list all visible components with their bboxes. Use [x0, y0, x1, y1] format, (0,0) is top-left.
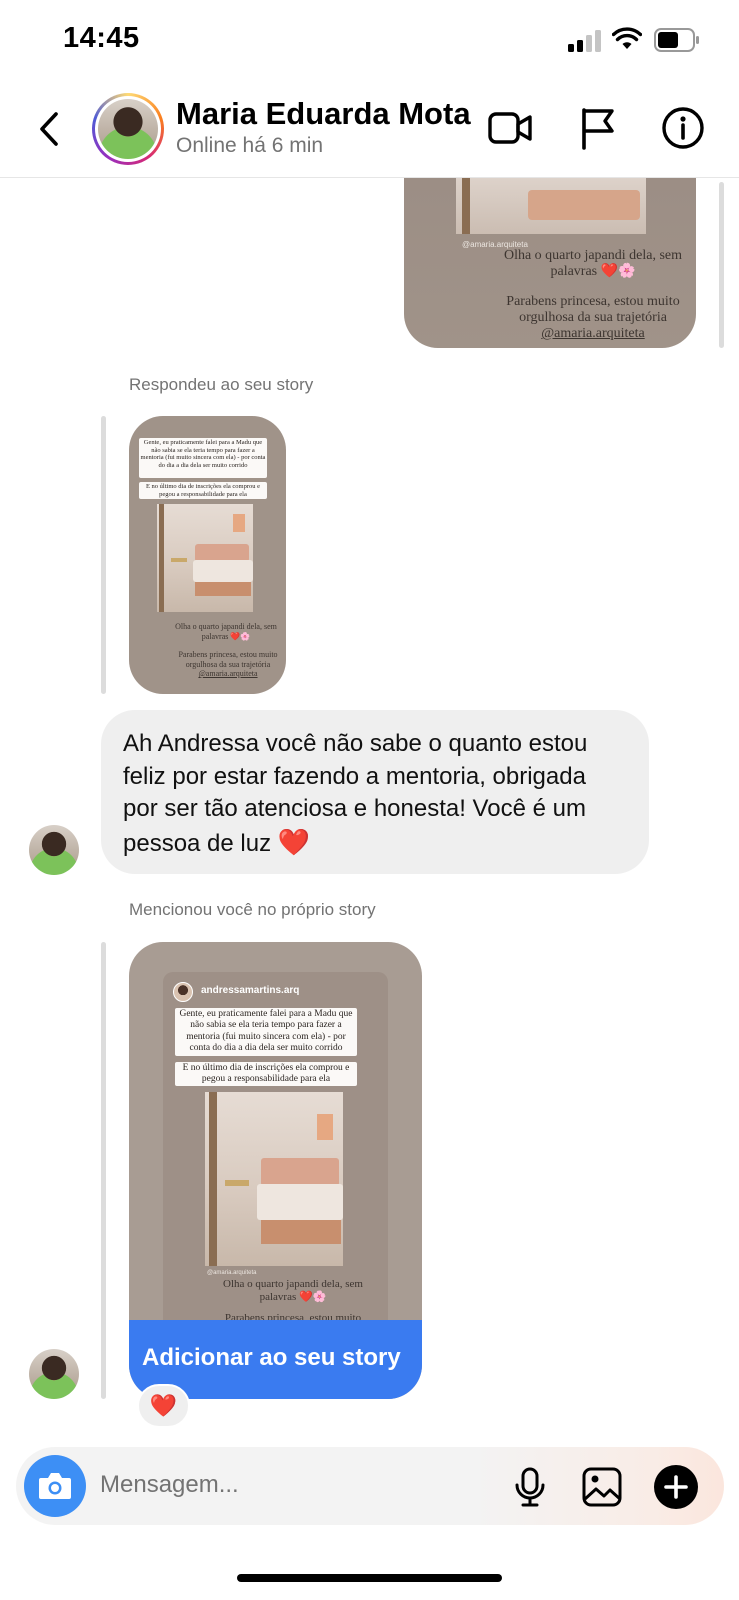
contact-avatar[interactable] [92, 93, 164, 165]
sent-story-card[interactable]: @amaria.arquiteta Olha o quarto japandi … [404, 178, 696, 348]
replied-story-label: Respondeu ao seu story [129, 375, 314, 394]
story-room-photo [205, 1092, 343, 1266]
story-text-box-2: E no último dia de inscrições ela compro… [139, 482, 267, 499]
back-icon[interactable] [34, 106, 68, 152]
flag-icon[interactable] [574, 104, 622, 152]
add-button[interactable] [654, 1465, 698, 1509]
microphone-icon[interactable] [508, 1465, 552, 1509]
status-time: 14:45 [63, 22, 140, 54]
home-indicator[interactable] [237, 1574, 502, 1582]
replied-story-thumbnail[interactable]: Gente, eu praticamente falei para a Madu… [129, 416, 286, 694]
wifi-icon [612, 27, 642, 49]
gallery-icon[interactable] [580, 1465, 624, 1509]
heart-emoji: ❤️ [277, 826, 311, 857]
story-handle: @amaria.arquiteta [207, 1270, 257, 1276]
heart-reaction[interactable]: ❤️ [137, 1384, 190, 1428]
cellular-signal-icon [568, 30, 601, 52]
status-bar: 14:45 [0, 0, 739, 84]
story-caption: Olha o quarto japandi dela, sem palavras… [223, 1278, 363, 1303]
story-caption: Olha o quarto japandi dela, sem palavras… [503, 248, 683, 279]
story-caption-2: Parabens princesa, estou muito orgulhosa… [506, 294, 680, 341]
mentioned-story-card[interactable]: andressamartins.arq Gente, eu praticamen… [129, 942, 422, 1399]
story-preview: andressamartins.arq Gente, eu praticamen… [163, 972, 388, 1332]
contact-status: Online há 6 min [176, 134, 324, 157]
story-text-box: Gente, eu praticamente falei para a Madu… [175, 1008, 357, 1056]
story-caption: Olha o quarto japandi dela, sem palavras… [175, 622, 277, 641]
message-bubble[interactable]: Ah Andressa você não sabe o quanto estou… [101, 710, 649, 874]
contact-name[interactable]: Maria Eduarda Mota [176, 96, 471, 132]
sender-avatar[interactable] [29, 1349, 79, 1399]
story-user-avatar [173, 982, 193, 1002]
scrollbar[interactable] [719, 182, 724, 348]
reply-bar [101, 416, 106, 694]
video-call-icon[interactable] [486, 104, 534, 152]
battery-icon [654, 28, 699, 52]
camera-icon [39, 1473, 71, 1499]
story-caption-2: Parabens princesa, estou muito orgulhosa… [178, 650, 278, 678]
story-text-box: Gente, eu praticamente falei para a Madu… [139, 438, 267, 478]
chat-header: Maria Eduarda Mota Online há 6 min [0, 84, 739, 178]
message-composer [16, 1447, 724, 1525]
sender-avatar[interactable] [29, 825, 79, 875]
plus-icon [664, 1475, 688, 1499]
story-text-box-2: E no último dia de inscrições ela compro… [175, 1062, 357, 1086]
info-icon[interactable] [659, 104, 707, 152]
camera-button[interactable] [24, 1455, 86, 1517]
story-room-photo [157, 504, 253, 612]
message-text: Ah Andressa você não sabe o quanto estou… [123, 730, 588, 857]
reply-bar [101, 942, 106, 1399]
story-photo [456, 178, 646, 234]
story-mention: @amaria.arquiteta [541, 326, 645, 341]
message-input[interactable] [100, 1467, 490, 1503]
mentioned-story-label: Mencionou você no próprio story [129, 900, 376, 919]
story-username: andressamartins.arq [201, 985, 300, 996]
